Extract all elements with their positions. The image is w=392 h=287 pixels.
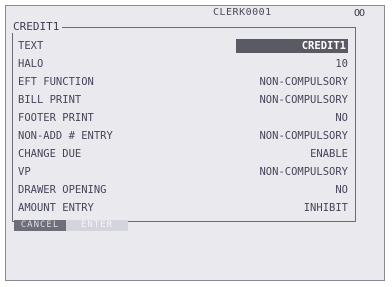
setting-label: DRAWER OPENING (18, 184, 107, 196)
setting-row-text[interactable]: TEXT CREDIT1 (18, 39, 348, 54)
setting-value[interactable]: NON-COMPULSORY (259, 166, 348, 178)
setting-row-non-add-entry[interactable]: NON-ADD # ENTRY NON-COMPULSORY (18, 130, 348, 144)
setting-label: BILL PRINT (18, 94, 82, 106)
setting-value[interactable]: NON-COMPULSORY (259, 76, 348, 88)
setting-row-amount-entry[interactable]: AMOUNT ENTRY INHIBIT (18, 202, 348, 216)
setting-label: VP (18, 166, 31, 178)
setting-value[interactable]: NO (335, 184, 348, 196)
setting-row-vp[interactable]: VP NON-COMPULSORY (18, 166, 348, 180)
cancel-button[interactable]: CANCEL (14, 220, 66, 231)
setting-label: NON-ADD # ENTRY (18, 130, 113, 142)
setting-label: EFT FUNCTION (18, 76, 94, 88)
setting-row-drawer-opening[interactable]: DRAWER OPENING NO (18, 184, 348, 198)
setting-row-change-due[interactable]: CHANGE DUE ENABLE (18, 148, 348, 162)
setting-label: TEXT (18, 40, 44, 52)
setting-value[interactable]: NON-COMPULSORY (259, 130, 348, 142)
setting-label: HALO (18, 58, 44, 70)
setting-value[interactable]: NO (335, 112, 348, 124)
text-value-field[interactable]: CREDIT1 (236, 39, 348, 53)
clerk-id: CLERK0001 (213, 7, 272, 18)
setting-value[interactable]: INHIBIT (304, 202, 348, 214)
status-bar: CLERK0001 OO (6, 6, 384, 20)
setting-label: CHANGE DUE (18, 148, 82, 160)
setting-value[interactable]: NON-COMPULSORY (259, 94, 348, 106)
setting-row-footer-print[interactable]: FOOTER PRINT NO (18, 112, 348, 126)
setting-label: AMOUNT ENTRY (18, 202, 94, 214)
status-icon: OO (354, 8, 365, 19)
setting-value[interactable]: ENABLE (310, 148, 348, 160)
setting-label: FOOTER PRINT (18, 112, 94, 124)
setting-row-halo[interactable]: HALO 10 (18, 58, 348, 72)
setting-value[interactable]: 10 (335, 58, 348, 70)
enter-button[interactable]: ENTER (66, 220, 128, 231)
setting-row-eft-function[interactable]: EFT FUNCTION NON-COMPULSORY (18, 76, 348, 90)
panel-title: CREDIT1 (12, 20, 63, 33)
screen: CLERK0001 OO CREDIT1 TEXT CREDIT1 HALO 1… (5, 5, 385, 281)
setting-row-bill-print[interactable]: BILL PRINT NON-COMPULSORY (18, 94, 348, 108)
